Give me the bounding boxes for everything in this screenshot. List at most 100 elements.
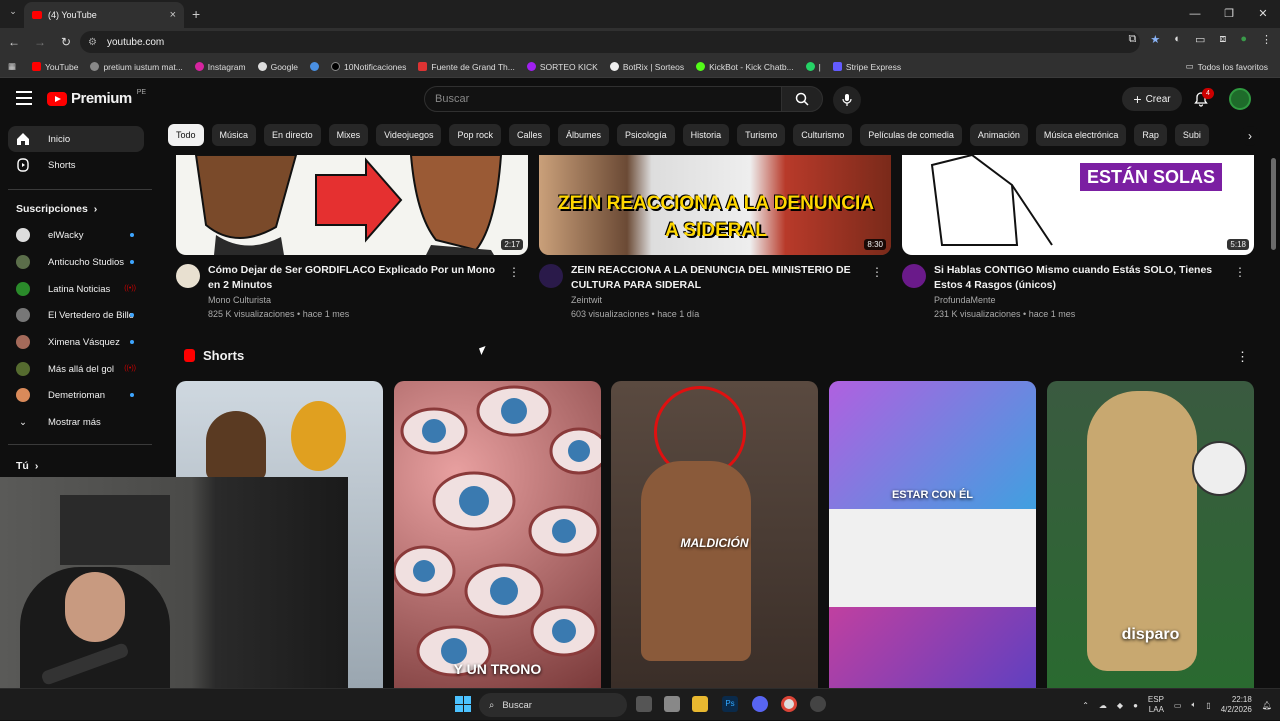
short-thumbnail[interactable]: ESTAR CON ÉL: [829, 381, 1036, 688]
reload-icon[interactable]: ↻: [54, 35, 78, 49]
close-tab-icon[interactable]: ×: [170, 9, 176, 21]
battery-icon[interactable]: ▯: [1206, 701, 1210, 710]
file-explorer-icon[interactable]: [692, 696, 708, 712]
sidebar-item-home[interactable]: Inicio: [8, 126, 144, 152]
menu-icon[interactable]: [16, 91, 32, 105]
media-icon[interactable]: ▭: [1195, 33, 1205, 46]
windows-start-icon[interactable]: [455, 696, 471, 712]
sidebar-channel[interactable]: Demetrioman: [8, 382, 144, 408]
clock[interactable]: 22:18 4/2/2026: [1221, 695, 1252, 715]
video-title[interactable]: Si Hablas CONTIGO Mismo cuando Estás SOL…: [934, 263, 1230, 293]
install-icon[interactable]: ⧉: [1129, 33, 1137, 46]
chip[interactable]: Música electrónica: [1035, 124, 1127, 146]
video-title[interactable]: Cómo Dejar de Ser GORDIFLACO Explicado P…: [208, 263, 504, 293]
channel-name[interactable]: Mono Culturista: [208, 295, 271, 305]
bookmark-item[interactable]: [310, 62, 320, 71]
chrome-menu-icon[interactable]: ⋮: [1261, 33, 1272, 46]
app-icon[interactable]: [810, 696, 826, 712]
chip[interactable]: Pop rock: [449, 124, 502, 146]
chevron-right-icon[interactable]: ›: [1240, 126, 1260, 146]
bookmark-item[interactable]: 10Notificaciones: [331, 62, 406, 72]
more-options-icon[interactable]: ⋮: [1234, 265, 1246, 279]
subscriptions-heading[interactable]: Suscripciones ›: [16, 203, 97, 215]
photoshop-icon[interactable]: Ps: [722, 696, 738, 712]
channel-avatar[interactable]: [902, 264, 926, 288]
bookmark-star-icon[interactable]: ★: [1150, 33, 1160, 46]
channel-avatar[interactable]: [539, 264, 563, 288]
short-thumbnail[interactable]: Y UN TRONO: [394, 381, 601, 688]
forward-icon[interactable]: →: [28, 35, 52, 49]
site-info-icon[interactable]: ⚙: [88, 37, 97, 48]
bookmark-item[interactable]: KickBot - Kick Chatb...: [696, 62, 794, 72]
channel-avatar[interactable]: [176, 264, 200, 288]
bookmark-item[interactable]: Fuente de Grand Th...: [418, 62, 515, 72]
chevron-up-icon[interactable]: ⌃: [1082, 701, 1089, 710]
chip[interactable]: Álbumes: [558, 124, 610, 146]
bookmark-item[interactable]: |: [805, 62, 821, 72]
bookmark-item[interactable]: Instagram: [194, 62, 246, 72]
youtube-premium-logo[interactable]: Premium PE: [47, 89, 146, 107]
tray-icon[interactable]: ☁: [1099, 701, 1107, 710]
task-view-icon[interactable]: [636, 696, 652, 712]
discord-icon[interactable]: [752, 696, 768, 712]
new-tab-icon[interactable]: +: [192, 6, 200, 22]
voice-search-button[interactable]: [833, 86, 861, 114]
more-options-icon[interactable]: ⋮: [871, 265, 883, 279]
network-icon[interactable]: ▭: [1174, 701, 1182, 710]
sidebar-item-shorts[interactable]: Shorts: [8, 152, 144, 178]
sidebar-channel[interactable]: elWacky: [8, 222, 144, 248]
chip[interactable]: Mixes: [328, 124, 369, 146]
minimize-icon[interactable]: —: [1178, 0, 1212, 28]
scrollbar[interactable]: [1271, 158, 1276, 250]
tray-icon[interactable]: ◆: [1117, 701, 1123, 710]
chip[interactable]: Videojuegos: [376, 124, 442, 146]
sidebar-channel[interactable]: Latina Noticias ((•)): [8, 276, 144, 302]
search-input[interactable]: Buscar: [424, 86, 782, 112]
restore-icon[interactable]: ❐: [1212, 0, 1246, 28]
video-title[interactable]: ZEIN REACCIONA A LA DENUNCIA DEL MINISTE…: [571, 263, 867, 293]
create-button[interactable]: + Crear: [1122, 87, 1182, 111]
notifications-icon[interactable]: 🔔︎: [1262, 701, 1272, 710]
chrome-icon[interactable]: [781, 696, 797, 712]
tray-icon[interactable]: ●: [1133, 701, 1138, 710]
extensions-puzzle-icon[interactable]: ⧈: [1219, 33, 1226, 46]
chip[interactable]: En directo: [264, 124, 321, 146]
back-icon[interactable]: ←: [2, 35, 26, 49]
taskbar-search[interactable]: ⌕ Buscar: [479, 693, 627, 717]
bookmark-item[interactable]: pretium iustum mat...: [90, 62, 183, 72]
sidebar-channel[interactable]: Ximena Vásquez: [8, 329, 144, 355]
chip[interactable]: Animación: [969, 124, 1028, 146]
show-more-button[interactable]: ⌄ Mostrar más: [8, 409, 144, 435]
chip[interactable]: Rap: [1134, 124, 1167, 146]
you-heading[interactable]: Tú ›: [16, 460, 38, 472]
channel-name[interactable]: ProfundaMente: [934, 295, 996, 305]
search-button[interactable]: [781, 86, 823, 112]
more-options-icon[interactable]: ⋮: [1236, 349, 1249, 365]
chip[interactable]: Culturismo: [793, 124, 853, 146]
profile-icon[interactable]: ●: [1240, 33, 1247, 46]
bookmark-item[interactable]: BotRix | Sorteos: [609, 62, 684, 72]
chip[interactable]: Películas de comedia: [860, 124, 962, 146]
bookmark-item[interactable]: Stripe Express: [832, 62, 901, 72]
short-thumbnail[interactable]: disparo: [1047, 381, 1254, 688]
chip[interactable]: Subi: [1174, 124, 1209, 146]
sidebar-channel[interactable]: Más allá del gol ((•)): [8, 356, 144, 382]
bookmark-item[interactable]: Google: [257, 62, 298, 72]
apps-icon[interactable]: ▦: [8, 61, 16, 72]
chip[interactable]: Turismo: [737, 124, 786, 146]
app-icon[interactable]: [664, 696, 680, 712]
video-thumbnail[interactable]: 2:17: [176, 155, 528, 255]
video-thumbnail[interactable]: ESTÁN SOLAS 5:18: [902, 155, 1254, 255]
all-bookmarks[interactable]: ▭ Todos los favoritos: [1186, 61, 1268, 72]
chip[interactable]: Todo: [168, 124, 204, 146]
bookmark-item[interactable]: YouTube: [32, 62, 78, 72]
browser-tab[interactable]: (4) YouTube ×: [24, 2, 184, 28]
sidebar-channel[interactable]: El Vertedero de Billo: [8, 302, 144, 328]
account-avatar[interactable]: [1229, 88, 1251, 110]
chip[interactable]: Calles: [509, 124, 551, 146]
close-window-icon[interactable]: ✕: [1246, 0, 1280, 28]
tab-search-icon[interactable]: ⌄: [6, 6, 20, 20]
sidebar-channel[interactable]: Anticucho Studios: [8, 249, 144, 275]
extension-icon[interactable]: ◐: [1174, 33, 1181, 46]
volume-icon[interactable]: 🔈︎: [1191, 700, 1196, 710]
